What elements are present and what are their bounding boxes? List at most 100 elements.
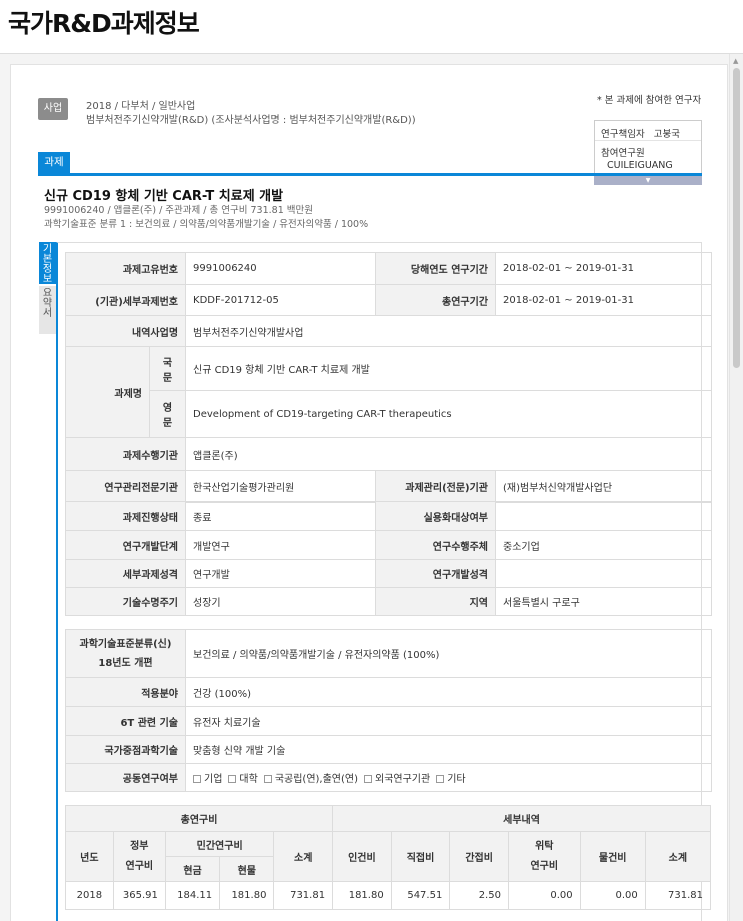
commercial-label: 실용화대상여부	[375, 501, 496, 531]
inkind-header: 현물	[219, 856, 275, 882]
subtotal-header: 소계	[273, 831, 334, 882]
consign-header: 위탁 연구비	[507, 831, 581, 882]
budget-table: 총연구비 세부내역 년도 정부 연구비 민간연구비 소계 인건비 직접비 간접비 …	[64, 805, 712, 910]
sub-business-label: 내역사업명	[64, 315, 187, 347]
member-researcher-label: 참여연구원	[601, 148, 645, 159]
expand-down-icon[interactable]: ▼	[594, 176, 702, 185]
year-header: 년도	[65, 831, 114, 882]
researchers-note: * 본 과제에 참여한 연구자	[597, 95, 702, 106]
total-period-label: 총연구기간	[375, 284, 497, 316]
budget-inkind: 181.80	[219, 881, 275, 910]
korean-label: 국문	[148, 346, 187, 391]
member-researcher-name: CUILEIGUANG	[607, 160, 673, 171]
lead-researcher-row: 연구책임자 고붕국	[595, 121, 701, 141]
nature-value: 연구개발	[185, 559, 376, 588]
scrollbar-thumb[interactable]	[733, 68, 740, 368]
std-class-value: 보건의료 / 의약품/의약품개발기술 / 유전자의약품 (100%)	[185, 629, 712, 678]
tab-project[interactable]: 과제	[38, 152, 70, 173]
field-label: 적용분야	[65, 677, 186, 707]
checkbox-other[interactable]	[436, 775, 445, 783]
dev-nature-label: 연구개발성격	[375, 559, 496, 588]
status-label: 과제진행상태	[65, 501, 186, 531]
region-label: 지역	[375, 587, 496, 616]
task-name-label: 과제명	[65, 346, 150, 438]
mgmt-label: 연구관리전문기관	[64, 470, 187, 503]
checkbox-public-institute[interactable]	[263, 775, 272, 783]
task-mgmt-label: 과제관리(전문)기관	[375, 470, 497, 503]
goods-header: 물건비	[579, 831, 646, 882]
task-no-label: 과제고유번호	[64, 252, 187, 285]
total-budget-header: 총연구비	[64, 805, 334, 832]
joint-research-label: 공동연구여부	[65, 763, 186, 792]
indirect-header: 간접비	[449, 831, 509, 882]
field-value: 건강 (100%)	[185, 677, 712, 707]
english-name-value: Development of CD19-targeting CAR-T ther…	[185, 390, 713, 438]
detail-budget-header: 세부내역	[332, 805, 711, 832]
detail-no-label: (기관)세부과제번호	[64, 284, 187, 316]
commercial-value	[495, 501, 712, 531]
performer-label: 연구수행주체	[375, 530, 496, 560]
budget-indirect: 2.50	[449, 881, 509, 910]
project-meta: 9991006240 / 앱클론(주) / 주관과제 / 총 연구비 731.8…	[44, 205, 313, 216]
vertical-scrollbar[interactable]: ▲	[729, 54, 743, 921]
sub-business-value: 범부처전주기신약개발사업	[185, 315, 713, 347]
lead-researcher-label: 연구책임자	[601, 129, 645, 140]
dev-nature-value	[495, 559, 712, 588]
budget-year: 2018	[65, 881, 114, 910]
detail-frame: 사업 2018 / 다부처 / 일반사업 범부처전주기신약개발(R&D) (조사…	[10, 64, 728, 921]
task-mgmt-value: (재)범부처신약개발사업단	[495, 470, 713, 503]
budget-goods: 0.00	[579, 881, 646, 910]
basic-info-table: 과제고유번호 9991006240 당해연도 연구기간 2018-02-01 ~…	[64, 252, 713, 503]
sixt-value: 유전자 치료기술	[185, 706, 712, 736]
budget-consign: 0.00	[507, 881, 581, 910]
national-tech-value: 맞춤형 신약 개발 기술	[185, 735, 712, 764]
checkbox-company[interactable]	[193, 775, 201, 783]
stage-value: 개발연구	[185, 530, 376, 560]
private-header: 민간연구비	[164, 831, 275, 857]
year-period-value: 2018-02-01 ~ 2019-01-31	[495, 252, 713, 285]
mgmt-value: 한국산업기술평가관리원	[185, 470, 377, 503]
lead-researcher-name: 고붕국	[653, 129, 680, 140]
budget-cash: 184.11	[164, 881, 221, 910]
nature-label: 세부과제성격	[65, 559, 186, 588]
business-summary: 2018 / 다부처 / 일반사업	[86, 101, 196, 112]
classification-table: 과학기술표준분류(신) 18년도 개편 보건의료 / 의약품/의약품개발기술 / …	[65, 629, 712, 792]
year-period-label: 당해연도 연구기간	[375, 252, 497, 285]
tab-summary[interactable]: 요약서	[39, 286, 56, 334]
task-no-value: 9991006240	[185, 252, 377, 285]
checkbox-university[interactable]	[228, 775, 237, 783]
budget-subtotal: 731.81	[273, 881, 334, 910]
status-table: 과제진행상태 종료 실용화대상여부 연구개발단계 개발연구 연구수행주체 중소기…	[65, 501, 712, 616]
scroll-up-icon[interactable]: ▲	[733, 57, 738, 65]
total-period-value: 2018-02-01 ~ 2019-01-31	[495, 284, 713, 316]
page-title: 국가R&D과제정보	[8, 9, 200, 38]
budget-subtotal2: 731.81	[644, 881, 712, 910]
status-value: 종료	[185, 501, 376, 531]
budget-direct: 547.51	[390, 881, 451, 910]
english-label: 영문	[148, 390, 187, 438]
national-tech-label: 국가중점과학기술	[65, 735, 186, 764]
budget-gov: 365.91	[112, 881, 166, 910]
org-label: 과제수행기관	[64, 437, 187, 471]
business-name: 범부처전주기신약개발(R&D) (조사분석사업명 : 범부처전주기신약개발(R&…	[86, 115, 416, 126]
detail-no-value: KDDF-201712-05	[185, 284, 377, 316]
sixt-label: 6T 관련 기술	[65, 706, 186, 736]
labor-header: 인건비	[332, 831, 392, 882]
region-value: 서울특별시 구로구	[495, 587, 712, 616]
business-badge: 사업	[38, 98, 68, 120]
cash-header: 현금	[164, 856, 221, 882]
korean-name-value: 신규 CD19 항체 기반 CAR-T 치료제 개발	[185, 346, 713, 391]
tab-basic-info[interactable]: 기본정보	[39, 242, 56, 285]
org-value: 앱클론(주)	[185, 437, 713, 471]
tab-underline	[38, 173, 702, 176]
subtotal2-header: 소계	[644, 831, 712, 882]
std-class-label: 과학기술표준분류(신) 18년도 개편	[65, 629, 186, 678]
direct-header: 직접비	[390, 831, 451, 882]
table-row: 2018 365.91 184.11 181.80 731.81 181.80 …	[65, 881, 712, 910]
lifecycle-label: 기술수명주기	[65, 587, 186, 616]
lifecycle-value: 성장기	[185, 587, 376, 616]
stage-label: 연구개발단계	[65, 530, 186, 560]
budget-labor: 181.80	[332, 881, 392, 910]
project-classification: 과학기술표준 분류 1 : 보건의료 / 의약품/의약품개발기술 / 유전자의약…	[44, 219, 369, 230]
checkbox-foreign-institute[interactable]	[364, 775, 372, 783]
